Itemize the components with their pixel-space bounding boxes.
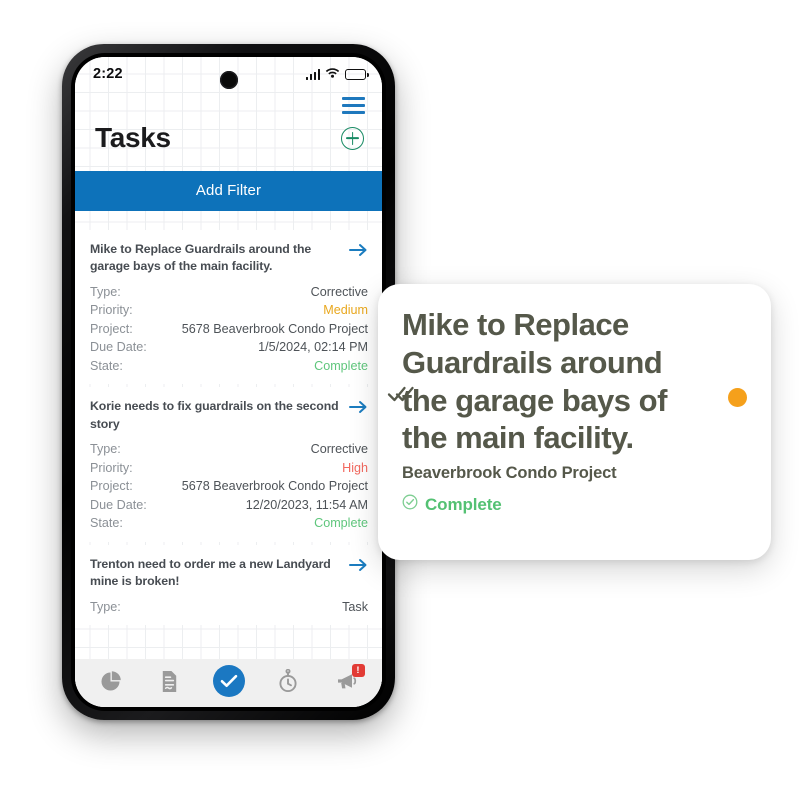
field-value: High <box>342 460 368 475</box>
field-label: Priority: <box>90 303 133 318</box>
arrow-right-icon[interactable] <box>349 243 368 259</box>
status-bar-time: 2:22 <box>93 66 123 82</box>
field-label: Due Date: <box>90 497 147 512</box>
nav-item-timer[interactable] <box>271 664 305 698</box>
bottom-navigation-bar[interactable]: ! <box>75 659 382 707</box>
field-value: Corrective <box>310 284 368 299</box>
wifi-icon <box>325 65 340 83</box>
check-circle-icon <box>212 665 245 697</box>
field-priority: Priority: Medium <box>90 301 368 320</box>
document-icon <box>159 670 180 693</box>
field-value: 5678 Beaverbrook Condo Project <box>181 321 368 336</box>
field-value: Complete <box>314 358 368 373</box>
task-fields: Type: Task <box>90 598 368 617</box>
phone-device-frame: 2:22 Tasks Add Filter Mike to Replace Gu… <box>62 44 395 720</box>
task-title: Trenton need to order me a new Landyard … <box>90 556 331 589</box>
field-state: State: Complete <box>90 357 368 376</box>
nav-item-tasks[interactable] <box>212 664 246 698</box>
cellular-signal-icon <box>305 69 320 80</box>
callout-status-text: Complete <box>425 494 502 514</box>
field-label: Type: <box>90 442 121 457</box>
field-value: 1/5/2024, 02:14 PM <box>258 340 368 355</box>
status-bar-icons <box>305 65 369 83</box>
notification-badge: ! <box>351 664 365 677</box>
double-check-icon <box>387 383 421 405</box>
page-header: Tasks <box>75 114 382 154</box>
camera-punch-hole <box>219 71 238 89</box>
field-type: Type: Task <box>90 598 368 617</box>
callout-title: Mike to Replace Guardrails around the ga… <box>402 307 667 456</box>
field-label: Project: <box>90 321 133 336</box>
field-label: State: <box>90 516 123 531</box>
task-fields: Type: Corrective Priority: High Project:… <box>90 440 368 533</box>
arrow-right-icon[interactable] <box>349 400 368 416</box>
task-title: Korie needs to fix guardrails on the sec… <box>90 399 339 431</box>
field-state: State: Complete <box>90 514 368 533</box>
phone-screen: 2:22 Tasks Add Filter Mike to Replace Gu… <box>75 57 382 707</box>
task-card[interactable]: Trenton need to order me a new Landyard … <box>75 544 382 626</box>
arrow-right-icon[interactable] <box>349 558 368 574</box>
stopwatch-icon <box>277 669 299 693</box>
field-due-date: Due Date: 1/5/2024, 02:14 PM <box>90 338 368 357</box>
field-priority: Priority: High <box>90 459 368 478</box>
field-project: Project: 5678 Beaverbrook Condo Project <box>90 477 368 496</box>
task-fields: Type: Corrective Priority: Medium Projec… <box>90 283 368 376</box>
add-filter-button[interactable]: Add Filter <box>75 170 382 211</box>
check-circle-outline-icon <box>402 494 418 515</box>
task-title: Mike to Replace Guardrails around the ga… <box>90 241 312 274</box>
field-label: Priority: <box>90 460 133 475</box>
field-value: Medium <box>323 303 368 318</box>
orange-dot-indicator <box>728 388 747 407</box>
field-value: 5678 Beaverbrook Condo Project <box>181 479 368 494</box>
field-due-date: Due Date: 12/20/2023, 11:54 AM <box>90 496 368 515</box>
task-list[interactable]: Mike to Replace Guardrails around the ga… <box>75 229 382 659</box>
field-value: Complete <box>314 516 368 531</box>
nav-item-documents[interactable] <box>153 664 187 698</box>
field-value: Corrective <box>310 442 368 457</box>
field-value: 12/20/2023, 11:54 AM <box>245 497 368 512</box>
task-card[interactable]: Korie needs to fix guardrails on the sec… <box>75 387 382 542</box>
task-card[interactable]: Mike to Replace Guardrails around the ga… <box>75 229 382 385</box>
field-label: Due Date: <box>90 340 147 355</box>
field-type: Type: Corrective <box>90 440 368 459</box>
app-content-area: Tasks Add Filter Mike to Replace Guardra… <box>75 89 382 707</box>
field-label: Project: <box>90 479 133 494</box>
field-label: State: <box>90 358 123 373</box>
field-type: Type: Corrective <box>90 283 368 302</box>
nav-item-dashboard[interactable] <box>94 664 128 698</box>
field-label: Type: <box>90 599 121 614</box>
plus-circle-icon[interactable] <box>341 126 364 150</box>
nav-item-announcements[interactable]: ! <box>330 664 365 698</box>
hamburger-menu-icon[interactable] <box>342 97 365 114</box>
field-value: Task <box>342 599 368 614</box>
field-label: Type: <box>90 284 121 299</box>
battery-icon <box>345 68 369 80</box>
callout-project: Beaverbrook Condo Project <box>402 464 617 483</box>
top-bar <box>75 89 382 114</box>
page-title: Tasks <box>95 122 171 153</box>
callout-status-badge: Complete <box>402 494 745 515</box>
pie-chart-icon <box>99 670 122 693</box>
callout-card: Mike to Replace Guardrails around the ga… <box>378 284 771 560</box>
task-card-header: Mike to Replace Guardrails around the ga… <box>90 241 368 276</box>
task-card-header: Korie needs to fix guardrails on the sec… <box>90 398 368 433</box>
task-card-header: Trenton need to order me a new Landyard … <box>90 556 368 591</box>
field-project: Project: 5678 Beaverbrook Condo Project <box>90 320 368 339</box>
